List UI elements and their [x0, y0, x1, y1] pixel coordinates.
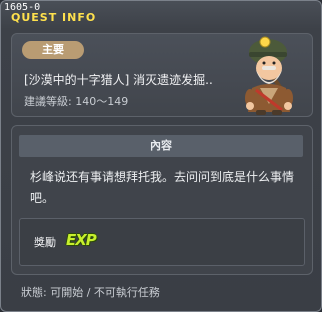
- quest-name: [沙漠中的十字猎人] 消灭遗迹发掘..: [24, 73, 213, 87]
- quest-content-panel: 內容 杉峰说还有事请想拜托我。去问问到底是什么事情吧。 獎勵 EXP: [11, 125, 313, 275]
- miner-npc-icon: [245, 36, 293, 115]
- quest-type-badge: 主要: [22, 41, 84, 59]
- reward-label: 獎勵: [34, 236, 56, 249]
- reward-box: 獎勵 EXP: [19, 218, 305, 266]
- quest-info-window: 1605-0 QUEST INFO 主要 [沙漠中的十字猎人] 消灭遗迹发掘..…: [0, 0, 322, 312]
- recommended-level: 建議等級: 140～149: [24, 95, 129, 108]
- quest-status: 狀態: 可開始 / 不可執行任務: [21, 286, 160, 299]
- content-header: 內容: [19, 135, 303, 157]
- quest-description: 杉峰说还有事请想拜托我。去问问到底是什么事情吧。: [30, 170, 295, 205]
- quest-header-panel: 主要 [沙漠中的十字猎人] 消灭遗迹发掘.. 建議等級: 140～149: [11, 33, 313, 117]
- exp-reward-icon[interactable]: EXP: [66, 231, 97, 249]
- window-title: QUEST INFO: [11, 11, 97, 24]
